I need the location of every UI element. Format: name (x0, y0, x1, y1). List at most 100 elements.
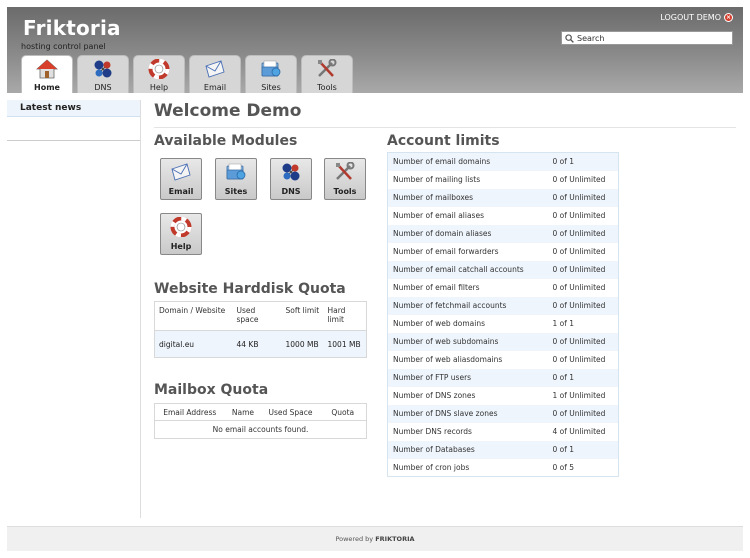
module-label: DNS (281, 187, 301, 196)
limit-value: 0 of Unlimited (552, 350, 619, 369)
logout-button[interactable]: LOGOUT DEMO × (660, 13, 733, 22)
tools-icon (336, 161, 355, 180)
module-email-button[interactable]: Email (160, 158, 202, 200)
hdd-quota-table: Domain / Website Used space Soft limit H… (154, 301, 367, 358)
table-row: Number of mailboxes 0 of Unlimited (387, 188, 619, 207)
limit-label: Number of domain aliases (387, 224, 553, 243)
page-title: Welcome Demo (154, 101, 302, 121)
table-row: digital.eu 44 KB 1000 MB 1001 MB (154, 330, 367, 358)
app-header: Friktoria hosting control panel LOGOUT D… (7, 7, 743, 93)
home-icon (35, 59, 59, 79)
limit-value: 0 of Unlimited (552, 260, 619, 279)
limit-label: Number of DNS zones (387, 386, 553, 405)
table-header-row: Email Address Name Used Space Quota (154, 403, 367, 421)
table-row: Number of FTP users 0 of 1 (387, 368, 619, 387)
table-row: Number of email filters 0 of Unlimited (387, 278, 619, 297)
limit-label: Number of email domains (387, 152, 553, 171)
limit-label: Number of email filters (387, 278, 553, 297)
brand-title[interactable]: Friktoria (23, 16, 121, 40)
table-row: No email accounts found. (155, 421, 367, 439)
limit-value: 0 of Unlimited (552, 206, 619, 225)
table-row: Number of email domains 0 of 1 (387, 152, 619, 171)
brand-tagline: hosting control panel (21, 42, 106, 51)
tab-label: Help (149, 83, 169, 92)
column-header: Soft limit (281, 301, 324, 331)
tab-label: Sites (261, 83, 281, 92)
limit-label: Number of cron jobs (387, 458, 553, 477)
limit-label: Number of DNS slave zones (387, 404, 553, 423)
search-input[interactable] (574, 32, 724, 44)
dns-icon (282, 163, 300, 181)
table-header-row: Domain / Website Used space Soft limit H… (154, 301, 367, 331)
tab-help[interactable]: Help (133, 55, 185, 93)
column-header: Name (224, 403, 262, 421)
email-icon (171, 163, 191, 181)
limit-label: Number of mailboxes (387, 188, 553, 207)
limit-label: Number of fetchmail accounts (387, 296, 553, 315)
module-label: Email (168, 187, 194, 196)
cell-domain: digital.eu (154, 330, 233, 358)
help-lifebuoy-icon (148, 58, 170, 80)
limit-value: 1 of 1 (552, 314, 619, 333)
sidebar-item-latest-news[interactable]: Latest news (7, 100, 140, 117)
limit-label: Number of email catchall accounts (387, 260, 553, 279)
table-row: Number of email forwarders 0 of Unlimited (387, 242, 619, 261)
cell-hard-limit: 1001 MB (323, 330, 367, 358)
table-row: Number of web subdomains 0 of Unlimited (387, 332, 619, 351)
table-row: Number of domain aliases 0 of Unlimited (387, 224, 619, 243)
logout-label[interactable]: LOGOUT DEMO (660, 13, 721, 22)
footer: Powered by FRIKTORIA (7, 526, 743, 551)
table-row: Number of Databases 0 of 1 (387, 440, 619, 459)
tab-sites[interactable]: Sites (245, 55, 297, 93)
cell-soft-limit: 1000 MB (281, 330, 324, 358)
tab-email[interactable]: Email (189, 55, 241, 93)
limit-value: 0 of Unlimited (552, 224, 619, 243)
power-icon[interactable]: × (724, 13, 733, 22)
tab-label: DNS (94, 83, 112, 92)
account-limits-table: Number of email domains 0 of 1 Number of m… (387, 152, 619, 477)
modules-heading: Available Modules (154, 133, 298, 149)
tab-dns[interactable]: DNS (77, 55, 129, 93)
table-row: Number of cron jobs 0 of 5 (387, 458, 619, 477)
limit-label: Number of web domains (387, 314, 553, 333)
module-label: Help (170, 242, 192, 251)
limit-value: 0 of Unlimited (552, 278, 619, 297)
table-row: Number of web domains 1 of 1 (387, 314, 619, 333)
column-header: Used Space (261, 403, 320, 421)
footer-prefix: Powered by (335, 535, 374, 543)
main-tabs: Home DNS Help Email Sites Tools (21, 55, 353, 93)
limit-value: 0 of Unlimited (552, 296, 619, 315)
module-sites-button[interactable]: Sites (215, 158, 257, 200)
module-tools-button[interactable]: Tools (324, 158, 366, 200)
search-box[interactable] (561, 31, 733, 45)
limit-value: 0 of Unlimited (552, 242, 619, 261)
module-label: Tools (333, 187, 357, 196)
mailbox-quota-table: Email Address Name Used Space Quota No e… (154, 403, 367, 439)
column-header: Email Address (154, 403, 225, 421)
table-row: Number of DNS slave zones 0 of Unlimited (387, 404, 619, 423)
tab-label: Tools (317, 83, 337, 92)
cell-used: 44 KB (232, 330, 282, 358)
module-label: Sites (224, 187, 248, 196)
footer-brand[interactable]: FRIKTORIA (375, 535, 414, 543)
column-header: Hard limit (323, 301, 367, 331)
limit-value: 0 of Unlimited (552, 332, 619, 351)
module-dns-button[interactable]: DNS (270, 158, 312, 200)
limit-value: 0 of Unlimited (552, 404, 619, 423)
account-limits-heading: Account limits (387, 133, 500, 149)
search-icon (565, 33, 574, 43)
column-header: Quota (319, 403, 367, 421)
limit-value: 0 of 1 (552, 368, 619, 387)
help-lifebuoy-icon (170, 216, 192, 238)
tab-label: Email (203, 83, 227, 92)
limit-label: Number of web aliasdomains (387, 350, 553, 369)
tab-home[interactable]: Home (21, 55, 73, 93)
tab-tools[interactable]: Tools (301, 55, 353, 93)
limit-value: 0 of Unlimited (552, 188, 619, 207)
limit-value: 0 of 5 (552, 458, 619, 477)
limit-label: Number of email aliases (387, 206, 553, 225)
limit-value: 1 of Unlimited (552, 386, 619, 405)
module-help-button[interactable]: Help (160, 213, 202, 255)
limit-label: Number of FTP users (387, 368, 553, 387)
table-row: Number of DNS zones 1 of Unlimited (387, 386, 619, 405)
